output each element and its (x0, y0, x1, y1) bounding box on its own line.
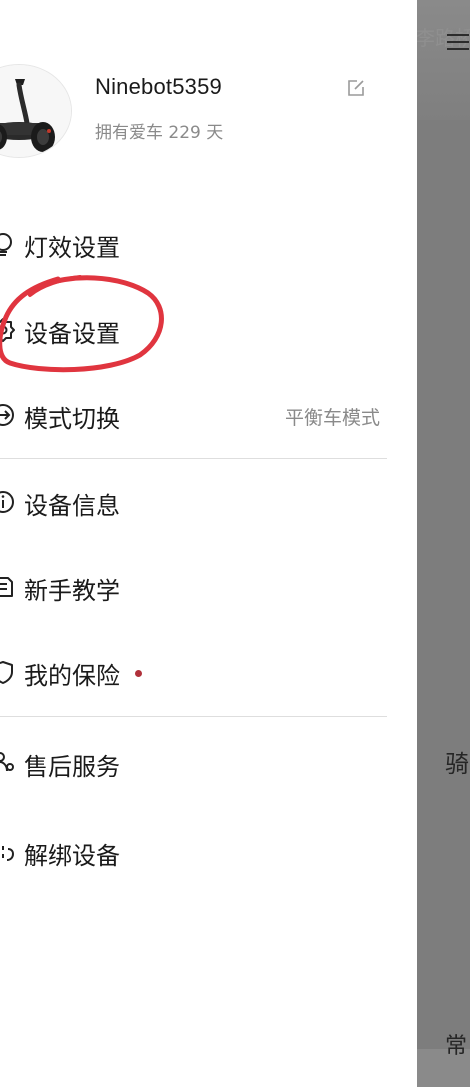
unbind-icon (0, 839, 16, 865)
dimmed-background[interactable]: 李路桥 骑 常 (417, 0, 470, 1087)
menu-label: 新手教学 (24, 577, 120, 605)
segway-avatar-icon (0, 65, 71, 157)
menu-item-device-settings[interactable]: 设备设置 (0, 300, 390, 360)
mode-icon (0, 402, 16, 428)
menu-item-light-settings[interactable]: 灯效设置 (0, 214, 390, 274)
background-ride-label: 骑 (445, 750, 469, 778)
divider (0, 458, 387, 459)
menu-label: 售后服务 (24, 753, 120, 781)
notification-dot (135, 670, 142, 677)
menu-label: 解绑设备 (24, 842, 120, 870)
ownership-days: 拥有爱车 229 天 (95, 123, 224, 143)
current-mode-value: 平衡车模式 (284, 407, 380, 429)
shield-icon (0, 659, 16, 685)
menu-label: 我的保险 (24, 662, 120, 690)
menu-item-tutorial[interactable]: 新手教学 (0, 557, 390, 617)
side-drawer: Ninebot5359 拥有爱车 229 天 灯效设置 设备设置 模式切换 平衡… (0, 0, 417, 1087)
menu-item-device-info[interactable]: 设备信息 (0, 472, 390, 532)
edit-icon[interactable] (346, 78, 366, 98)
avatar[interactable] (0, 64, 72, 158)
menu-label: 设备设置 (24, 320, 120, 348)
menu-label: 设备信息 (24, 492, 120, 520)
service-icon (0, 750, 16, 776)
menu-item-after-sales[interactable]: 售后服务 (0, 733, 390, 793)
book-icon (0, 574, 16, 600)
divider (0, 716, 387, 717)
background-bottom-label: 常 (445, 1034, 468, 1059)
username: Ninebot5359 (95, 74, 222, 99)
gear-icon (0, 317, 16, 343)
menu-label: 模式切换 (24, 405, 120, 433)
hamburger-menu-icon[interactable] (447, 34, 469, 50)
info-icon (0, 489, 16, 515)
menu-item-mode-switch[interactable]: 模式切换 平衡车模式 (0, 385, 390, 445)
bulb-icon (0, 231, 16, 257)
menu-item-unbind-device[interactable]: 解绑设备 (0, 822, 390, 882)
menu-label: 灯效设置 (24, 234, 120, 262)
menu-item-insurance[interactable]: 我的保险 (0, 642, 390, 702)
app-screen: 李路桥 骑 常 Ninebot5359 拥有爱车 229 天 灯效设置 设备设置… (0, 0, 470, 1087)
